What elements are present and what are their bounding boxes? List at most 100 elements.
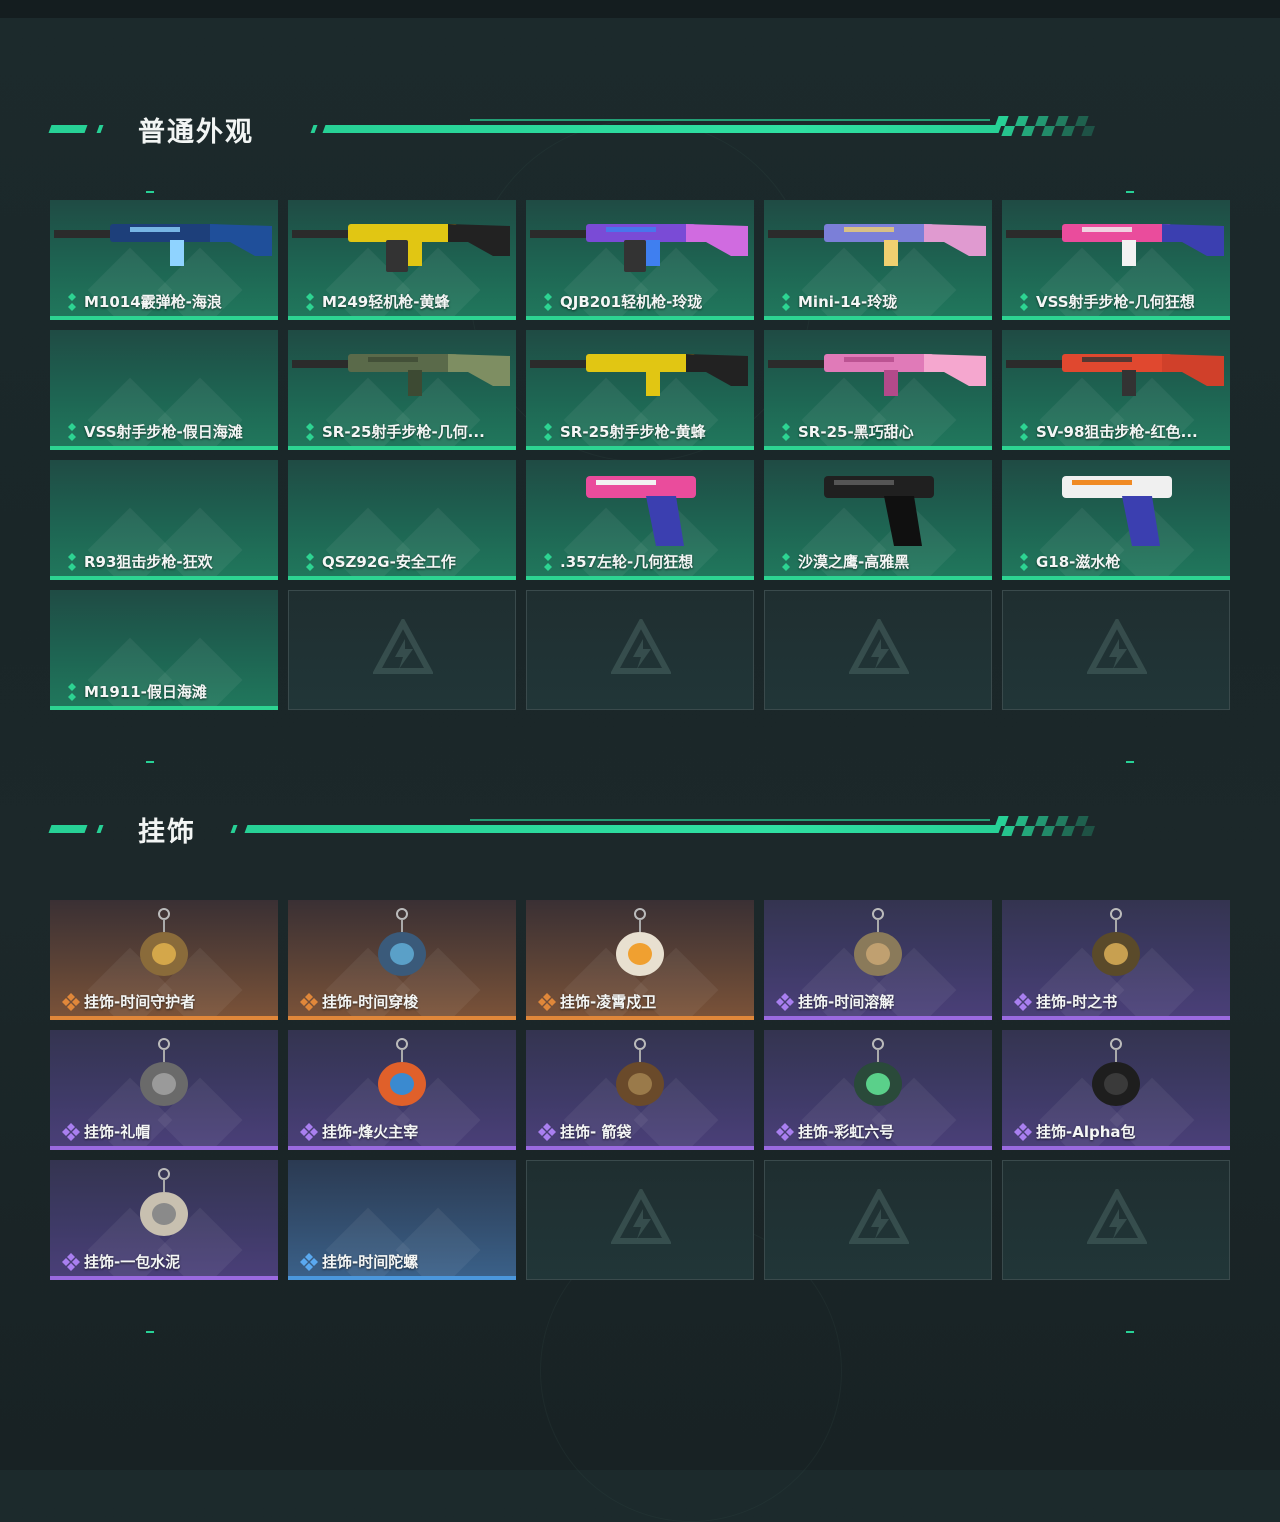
empty-slot [1002, 590, 1230, 710]
item-name: 沙漠之鹰-高雅黑 [798, 553, 910, 571]
header-thin-line [470, 819, 990, 821]
rifle-icon [768, 354, 986, 396]
quality-diamond-icon [1014, 993, 1032, 1011]
pistol-icon [824, 476, 934, 546]
item-name: 挂饰-凌霄戍卫 [560, 993, 657, 1011]
quality-diamond-icon [306, 293, 314, 311]
corner-marker [146, 191, 154, 193]
quality-diamond-icon [300, 993, 318, 1011]
empty-slot [288, 590, 516, 710]
empty-slot-logo-icon [1087, 619, 1147, 674]
empty-slot-logo-icon [849, 619, 909, 674]
item-name: R93狙击步枪-狂欢 [84, 553, 213, 571]
item-name: 挂饰-Alpha包 [1036, 1123, 1136, 1141]
header-dash [48, 825, 88, 833]
rainbow-six-charm-icon [854, 1038, 902, 1106]
charm-card[interactable]: 挂饰-时间溶解 [764, 900, 992, 1020]
empty-slot [764, 590, 992, 710]
skin-card[interactable]: 沙漠之鹰-高雅黑 [764, 460, 992, 580]
quality-diamond-icon [538, 993, 556, 1011]
top-bar [0, 0, 1280, 18]
quality-diamond-icon [68, 683, 76, 701]
header-checker [991, 116, 1098, 136]
header-line [244, 825, 1002, 833]
empty-slot-logo-icon [1087, 1189, 1147, 1244]
empty-slot-logo-icon [373, 619, 433, 674]
quality-diamond-icon [1020, 553, 1028, 571]
rifle-icon [292, 354, 510, 396]
quality-diamond-icon [68, 293, 76, 311]
empty-slot [526, 590, 754, 710]
charm-card[interactable]: 挂饰-礼帽 [50, 1030, 278, 1150]
skin-card[interactable]: .357左轮-几何狂想 [526, 460, 754, 580]
charm-card[interactable]: 挂饰-凌霄戍卫 [526, 900, 754, 1020]
quality-diamond-icon [782, 423, 790, 441]
item-name: 挂饰-彩虹六号 [798, 1123, 895, 1141]
skin-card[interactable]: Mini-14-玲珑 [764, 200, 992, 320]
skin-card[interactable]: M249轻机枪-黄蜂 [288, 200, 516, 320]
skin-card[interactable]: QJB201轻机枪-玲珑 [526, 200, 754, 320]
header-checker [991, 816, 1098, 836]
empty-slot [526, 1160, 754, 1280]
skin-card[interactable]: R93狙击步枪-狂欢 [50, 460, 278, 580]
empty-slot-logo-icon [849, 1189, 909, 1244]
rifle-icon [530, 354, 748, 396]
item-name: QJB201轻机枪-玲珑 [560, 293, 703, 311]
skin-card[interactable]: M1014霰弹枪-海浪 [50, 200, 278, 320]
charm-card[interactable]: 挂饰- 箭袋 [526, 1030, 754, 1150]
item-name: QSZ92G-安全工作 [322, 553, 456, 571]
empty-slot [764, 1160, 992, 1280]
header-dash [96, 825, 104, 833]
quiver-charm-icon [616, 1038, 664, 1106]
skin-card[interactable]: VSS射手步枪-几何狂想 [1002, 200, 1230, 320]
charm-card[interactable]: 挂饰-时间穿梭 [288, 900, 516, 1020]
quality-diamond-icon [538, 1123, 556, 1141]
quality-diamond-icon [544, 423, 552, 441]
item-name: Mini-14-玲珑 [798, 293, 898, 311]
skin-card[interactable]: SR-25-黑巧甜心 [764, 330, 992, 450]
item-name: SR-25射手步枪-黄蜂 [560, 423, 706, 441]
machine-gun-icon [292, 224, 510, 272]
item-name: VSS射手步枪-假日海滩 [84, 423, 243, 441]
quality-diamond-icon [1014, 1123, 1032, 1141]
header-tick [310, 125, 318, 133]
charm-icon [1092, 908, 1140, 976]
quality-diamond-icon [1020, 293, 1028, 311]
item-name: 挂饰-时之书 [1036, 993, 1118, 1011]
hat-charm-icon [140, 1038, 188, 1106]
rifle-icon [1006, 224, 1224, 266]
item-name: 挂饰-时间穿梭 [322, 993, 419, 1011]
item-name: VSS射手步枪-几何狂想 [1036, 293, 1195, 311]
charm-card[interactable]: 挂饰-彩虹六号 [764, 1030, 992, 1150]
charm-card[interactable]: 挂饰-时间陀螺 [288, 1160, 516, 1280]
item-name: SR-25-黑巧甜心 [798, 423, 914, 441]
charm-card[interactable]: 挂饰-一包水泥 [50, 1160, 278, 1280]
pack-charm-icon [1092, 1038, 1140, 1106]
revolver-icon [586, 476, 696, 546]
charm-card[interactable]: 挂饰-Alpha包 [1002, 1030, 1230, 1150]
section-title: 挂饰 [138, 817, 196, 848]
machine-gun-icon [530, 224, 748, 272]
charm-card[interactable]: 挂饰-时间守护者 [50, 900, 278, 1020]
skin-card[interactable]: M1911-假日海滩 [50, 590, 278, 710]
skin-card[interactable]: VSS射手步枪-假日海滩 [50, 330, 278, 450]
corner-marker [1126, 191, 1134, 193]
skin-card[interactable]: SV-98狙击步枪-红色... [1002, 330, 1230, 450]
charm-icon [854, 908, 902, 976]
skin-card[interactable]: SR-25射手步枪-黄蜂 [526, 330, 754, 450]
empty-slot-logo-icon [611, 619, 671, 674]
quality-diamond-icon [62, 1123, 80, 1141]
item-name: 挂饰-时间溶解 [798, 993, 895, 1011]
item-name: 挂饰-时间陀螺 [322, 1253, 419, 1271]
charm-card[interactable]: 挂饰-时之书 [1002, 900, 1230, 1020]
skin-card[interactable]: QSZ92G-安全工作 [288, 460, 516, 580]
skins-grid: M1014霰弹枪-海浪 M249轻机枪-黄蜂 QJB201轻机枪-玲珑 Mini-14… [50, 200, 1230, 710]
item-name: G18-滋水枪 [1036, 553, 1121, 571]
skin-card[interactable]: G18-滋水枪 [1002, 460, 1230, 580]
empty-slot [1002, 1160, 1230, 1280]
item-name: M1911-假日海滩 [84, 683, 207, 701]
cement-bag-charm-icon [140, 1168, 188, 1236]
skin-card[interactable]: SR-25射手步枪-几何... [288, 330, 516, 450]
charm-card[interactable]: 挂饰-烽火主宰 [288, 1030, 516, 1150]
header-line [322, 125, 1002, 133]
